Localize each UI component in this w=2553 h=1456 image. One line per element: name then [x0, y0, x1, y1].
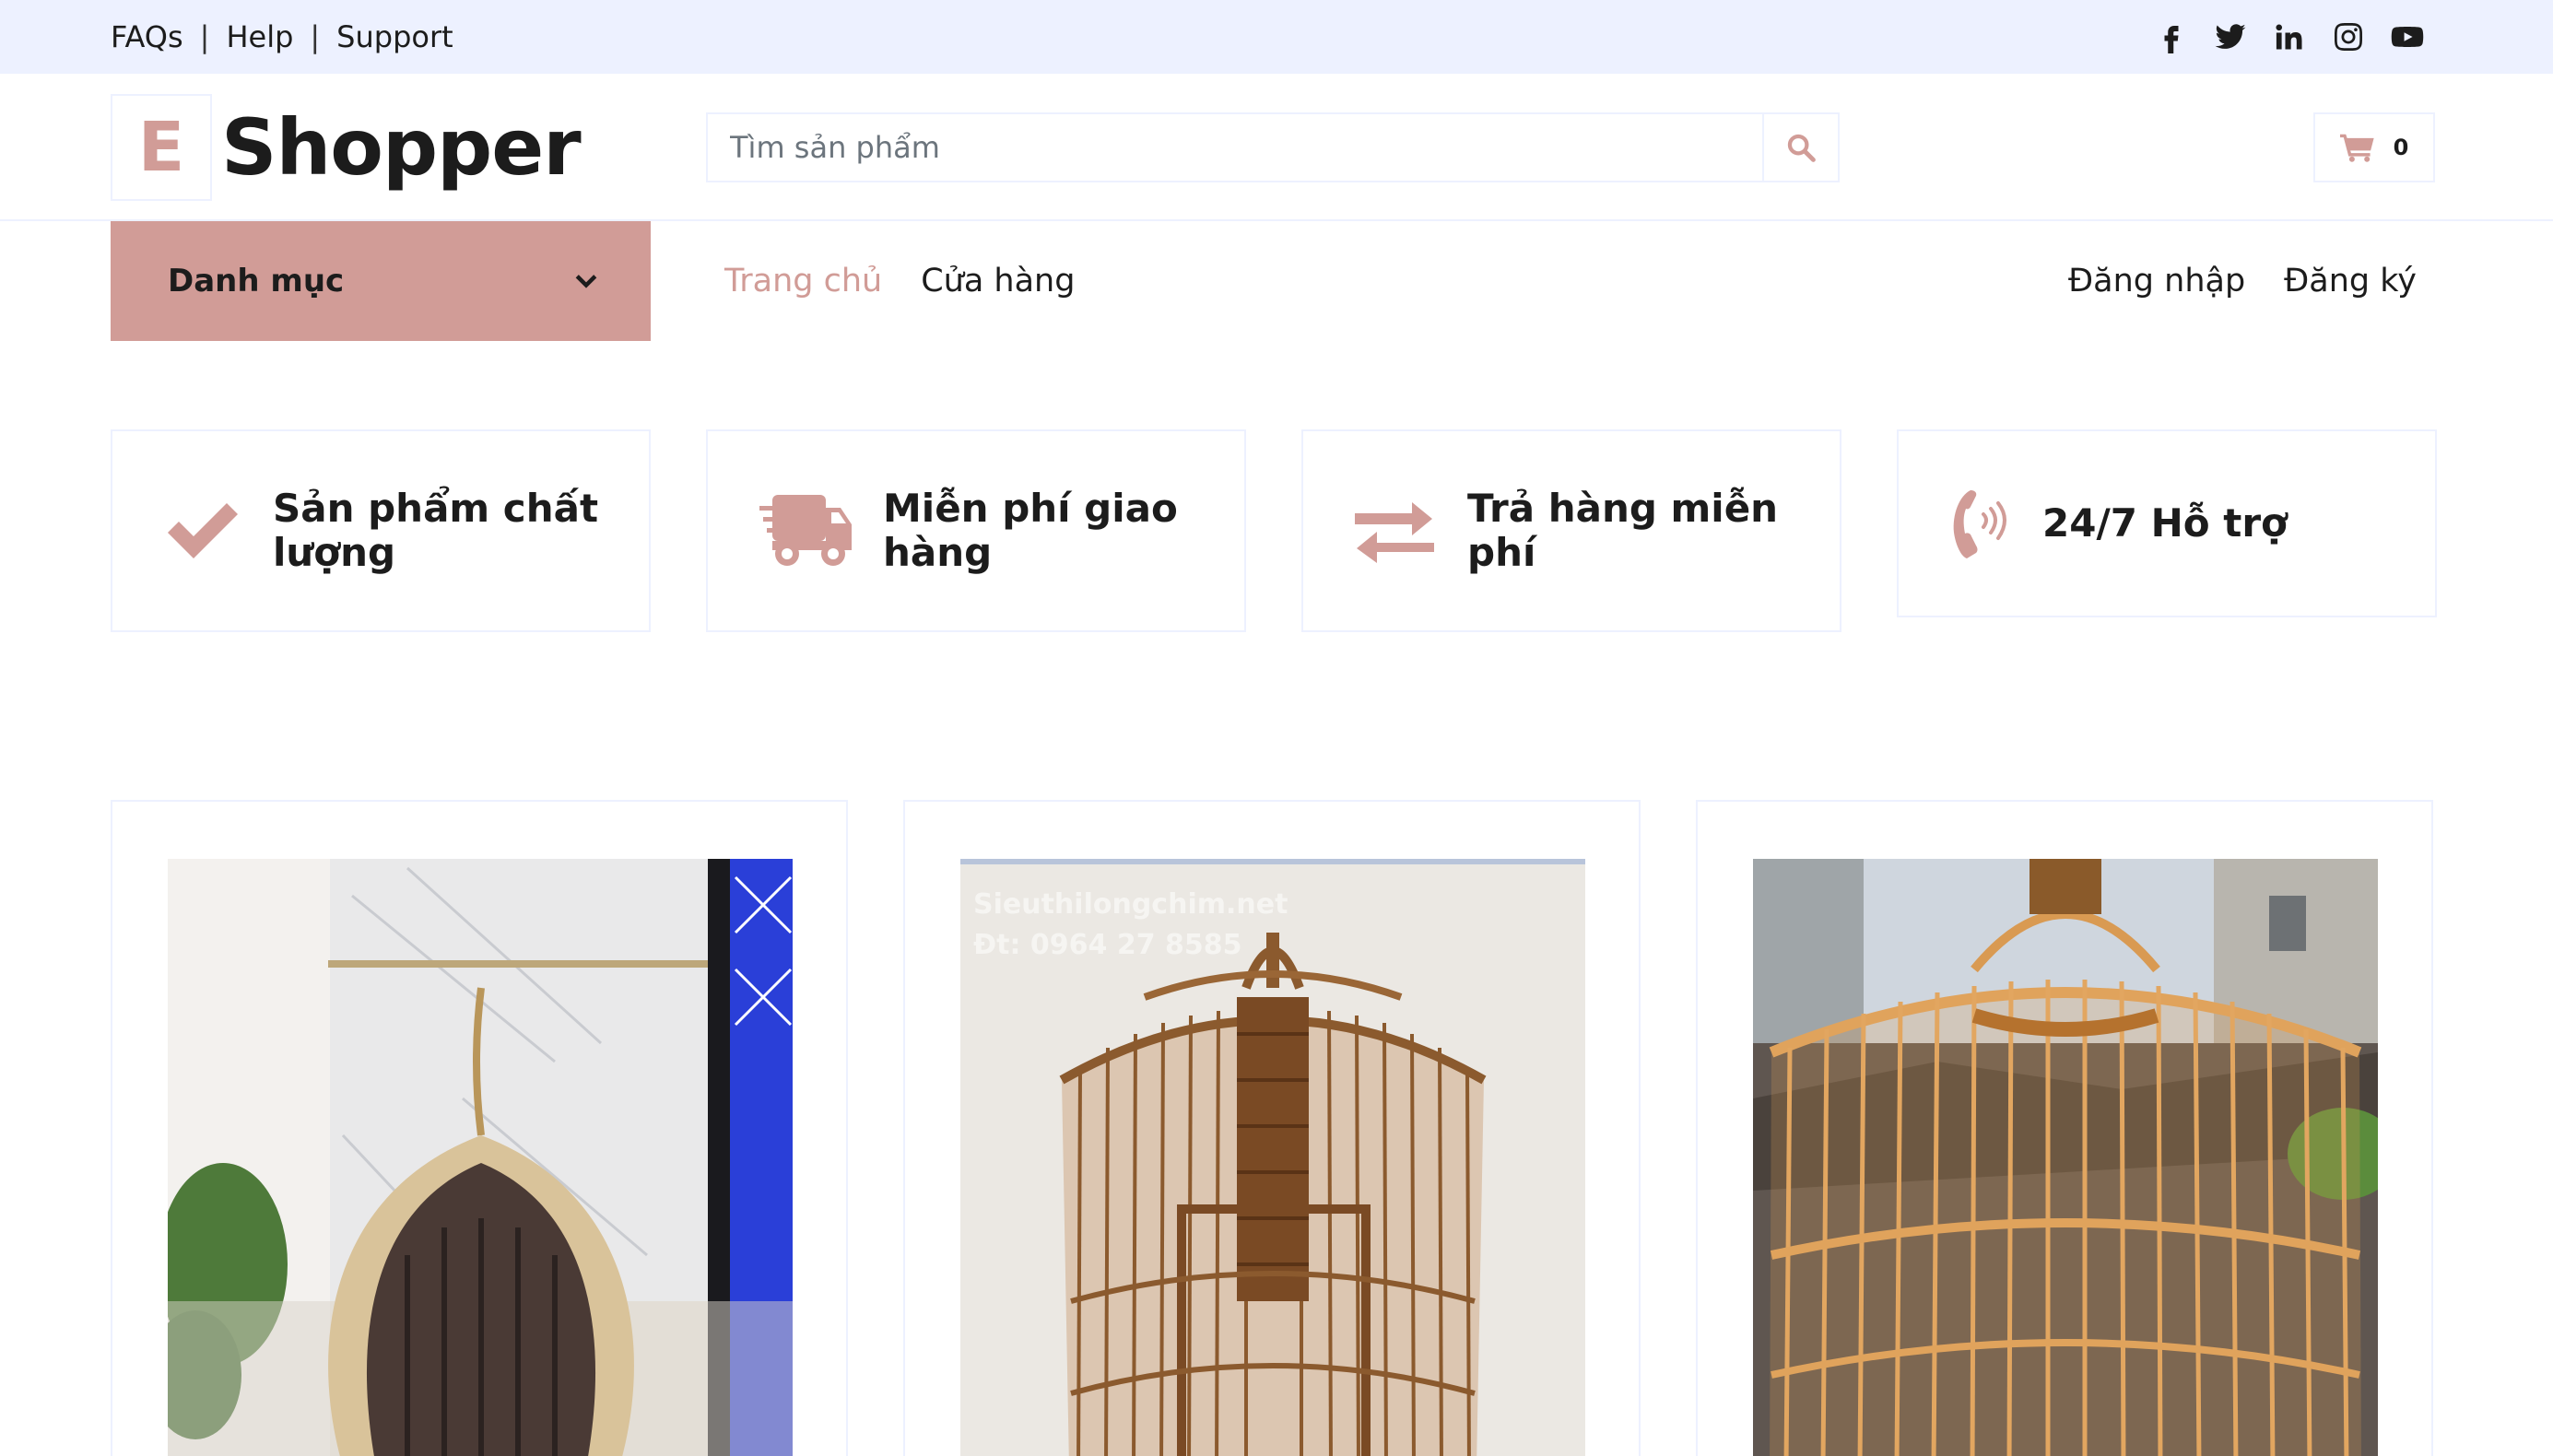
- product-card[interactable]: [111, 800, 848, 1456]
- feature-title-line1: Trả hàng miễn: [1467, 486, 1779, 531]
- logo[interactable]: E Shopper: [111, 94, 582, 201]
- separator: |: [310, 19, 321, 54]
- feature-title-line1: Sản phẩm chất: [273, 486, 599, 531]
- faqs-link[interactable]: FAQs: [111, 19, 183, 54]
- cart-count: 0: [2393, 135, 2409, 160]
- chevron-down-icon: [575, 275, 597, 288]
- login-link[interactable]: Đăng nhập: [2068, 263, 2245, 299]
- product-image[interactable]: [1753, 859, 2378, 1456]
- search-form: [706, 112, 1840, 182]
- search-icon: [1787, 134, 1816, 162]
- feature-title-line2: phí: [1467, 530, 1536, 575]
- twitter-icon[interactable]: [2214, 20, 2247, 53]
- feature-support: 24/7 Hỗ trợ: [1897, 429, 2437, 617]
- nav-link-home[interactable]: Trang chủ: [724, 263, 882, 299]
- shipping-truck-icon: [759, 495, 852, 566]
- main-nav: Trang chủ Cửa hàng: [724, 221, 1075, 341]
- instagram-icon[interactable]: [2332, 20, 2365, 53]
- social-links: [2155, 0, 2424, 74]
- feature-free-returns: Trả hàng miễn phí: [1301, 429, 1841, 632]
- separator: |: [199, 19, 210, 54]
- product-card[interactable]: [1696, 800, 2433, 1456]
- register-link[interactable]: Đăng ký: [2284, 263, 2417, 299]
- top-links: FAQs | Help | Support: [111, 0, 453, 74]
- logo-text: Shopper: [221, 102, 582, 193]
- cart-button[interactable]: 0: [2313, 112, 2435, 182]
- feature-title-line2: hàng: [883, 530, 993, 575]
- nav-link-shop[interactable]: Cửa hàng: [921, 263, 1075, 299]
- shopping-cart-icon: [2339, 134, 2374, 162]
- search-input[interactable]: [708, 114, 1762, 181]
- bird-cage-photo: [168, 859, 793, 1456]
- product-image[interactable]: [168, 859, 793, 1456]
- support-link[interactable]: Support: [336, 19, 453, 54]
- help-link[interactable]: Help: [226, 19, 293, 54]
- category-label: Danh mục: [168, 263, 345, 299]
- bird-cage-photo: [1753, 859, 2378, 1456]
- feature-free-shipping: Miễn phí giao hàng: [706, 429, 1246, 632]
- facebook-icon[interactable]: [2155, 20, 2188, 53]
- feature-title-line1: Miễn phí giao: [883, 486, 1178, 531]
- exchange-arrows-icon: [1355, 502, 1434, 563]
- linkedin-icon[interactable]: [2273, 20, 2306, 53]
- product-card[interactable]: Sieuthilongchim.net Đt: 0964 27 8585: [903, 800, 1641, 1456]
- watermark-line1: Sieuthilongchim.net: [973, 888, 1288, 921]
- search-button[interactable]: [1762, 114, 1838, 181]
- top-bar: FAQs | Help | Support: [0, 0, 2553, 74]
- feature-title-line2: lượng: [273, 530, 396, 575]
- phone-volume-icon: [1953, 490, 2006, 558]
- header: E Shopper 0: [0, 74, 2553, 221]
- category-dropdown-button[interactable]: Danh mục: [111, 221, 651, 341]
- watermark-line2: Đt: 0964 27 8585: [973, 929, 1242, 961]
- check-icon: [168, 503, 238, 558]
- image-watermark: Sieuthilongchim.net Đt: 0964 27 8585: [973, 885, 1288, 966]
- auth-nav: Đăng nhập Đăng ký: [2068, 221, 2417, 341]
- product-image[interactable]: Sieuthilongchim.net Đt: 0964 27 8585: [960, 859, 1585, 1456]
- logo-letter-box: E: [111, 94, 212, 201]
- feature-title-line1: 24/7 Hỗ trợ: [2042, 500, 2288, 546]
- feature-quality: Sản phẩm chất lượng: [111, 429, 651, 632]
- youtube-icon[interactable]: [2391, 20, 2424, 53]
